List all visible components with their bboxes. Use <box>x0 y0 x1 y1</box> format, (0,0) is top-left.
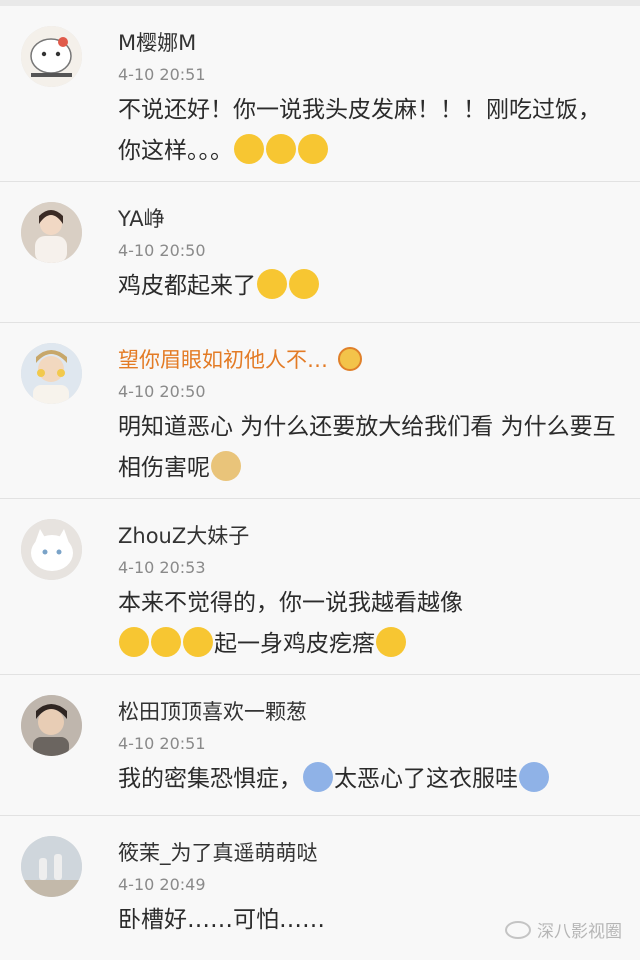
comment-text: 鸡皮都起来了 <box>118 266 620 307</box>
comment-text-content: 不说还好！你一说我头皮发麻！！！刚吃过饭，你这样。。。 <box>118 97 601 164</box>
username[interactable]: ZhouZ大妹子 <box>118 521 620 551</box>
laugh-cry-emoji <box>183 627 213 657</box>
sweat-face-emoji <box>234 134 264 164</box>
avatar[interactable] <box>21 343 82 404</box>
timestamp: 4-10 20:51 <box>118 734 206 753</box>
comment-item[interactable]: 望你眉眼如初他人不… 4-10 20:50 明知道恶心 为什么还要放大给我们看 … <box>0 323 640 499</box>
timestamp: 4-10 20:50 <box>118 241 206 260</box>
timestamp: 4-10 20:49 <box>118 875 206 894</box>
comment-item[interactable]: 筱茉_为了真遥萌萌哒 4-10 20:49 卧槽好……可怕…… 深八影视圈 <box>0 816 640 960</box>
sweat-face-emoji <box>266 134 296 164</box>
watermark: 深八影视圈 <box>505 917 622 942</box>
username-text: 望你眉眼如初他人不… <box>118 348 328 372</box>
wechat-icon <box>505 920 531 939</box>
comment-item[interactable]: M樱娜M 4-10 20:51 不说还好！你一说我头皮发麻！！！刚吃过饭，你这样… <box>0 6 640 182</box>
watermark-text: 深八影视圈 <box>537 922 622 942</box>
laugh-cry-emoji <box>376 627 406 657</box>
username[interactable]: YA峥 <box>118 204 620 234</box>
shocked-face-emoji <box>257 269 287 299</box>
username[interactable]: 筱茉_为了真遥萌萌哒 <box>118 838 620 868</box>
shocked-face-emoji <box>289 269 319 299</box>
avatar[interactable] <box>21 26 82 87</box>
laugh-cry-emoji <box>119 627 149 657</box>
comment-item[interactable]: YA峥 4-10 20:50 鸡皮都起来了 <box>0 182 640 323</box>
laugh-cry-emoji <box>151 627 181 657</box>
comment-text-content: 我的密集恐惧症， <box>118 766 302 792</box>
username[interactable]: 望你眉眼如初他人不… <box>118 345 620 375</box>
comment-text: 我的密集恐惧症， 太恶心了这衣服哇 <box>118 759 620 800</box>
timestamp: 4-10 20:50 <box>118 382 206 401</box>
comment-text: 本来不觉得的，你一说我越看越像 起一身鸡皮疙瘩 <box>118 583 620 665</box>
comment-text-content: 明知道恶心 为什么还要放大给我们看 为什么要互相伤害呢 <box>118 414 616 481</box>
comment-list: M樱娜M 4-10 20:51 不说还好！你一说我头皮发麻！！！刚吃过饭，你这样… <box>0 6 640 960</box>
comment-line-1: 本来不觉得的，你一说我越看越像 <box>118 590 463 616</box>
doge-emoji <box>211 451 241 481</box>
comment-item[interactable]: 松田顶顶喜欢一颗葱 4-10 20:51 我的密集恐惧症， 太恶心了这衣服哇 <box>0 675 640 816</box>
avatar[interactable] <box>21 695 82 756</box>
comment-text: 不说还好！你一说我头皮发麻！！！刚吃过饭，你这样。。。 <box>118 90 620 172</box>
scream-emoji <box>519 762 549 792</box>
sweat-face-emoji <box>298 134 328 164</box>
comment-line-2: 起一身鸡皮疙瘩 <box>118 624 620 665</box>
comment-text-content-2: 起一身鸡皮疙瘩 <box>214 631 375 657</box>
comment-item[interactable]: ZhouZ大妹子 4-10 20:53 本来不觉得的，你一说我越看越像 起一身鸡… <box>0 499 640 675</box>
timestamp: 4-10 20:53 <box>118 558 206 577</box>
comment-text-content-2: 太恶心了这衣服哇 <box>334 766 518 792</box>
username[interactable]: 松田顶顶喜欢一颗葱 <box>118 697 620 727</box>
comment-text-content: 鸡皮都起来了 <box>118 273 256 299</box>
avatar[interactable] <box>21 836 82 897</box>
scream-emoji <box>303 762 333 792</box>
comment-text: 明知道恶心 为什么还要放大给我们看 为什么要互相伤害呢 <box>118 407 620 489</box>
avatar[interactable] <box>21 519 82 580</box>
username[interactable]: M樱娜M <box>118 28 620 58</box>
crown-icon <box>338 347 362 371</box>
avatar[interactable] <box>21 202 82 263</box>
timestamp: 4-10 20:51 <box>118 65 206 84</box>
